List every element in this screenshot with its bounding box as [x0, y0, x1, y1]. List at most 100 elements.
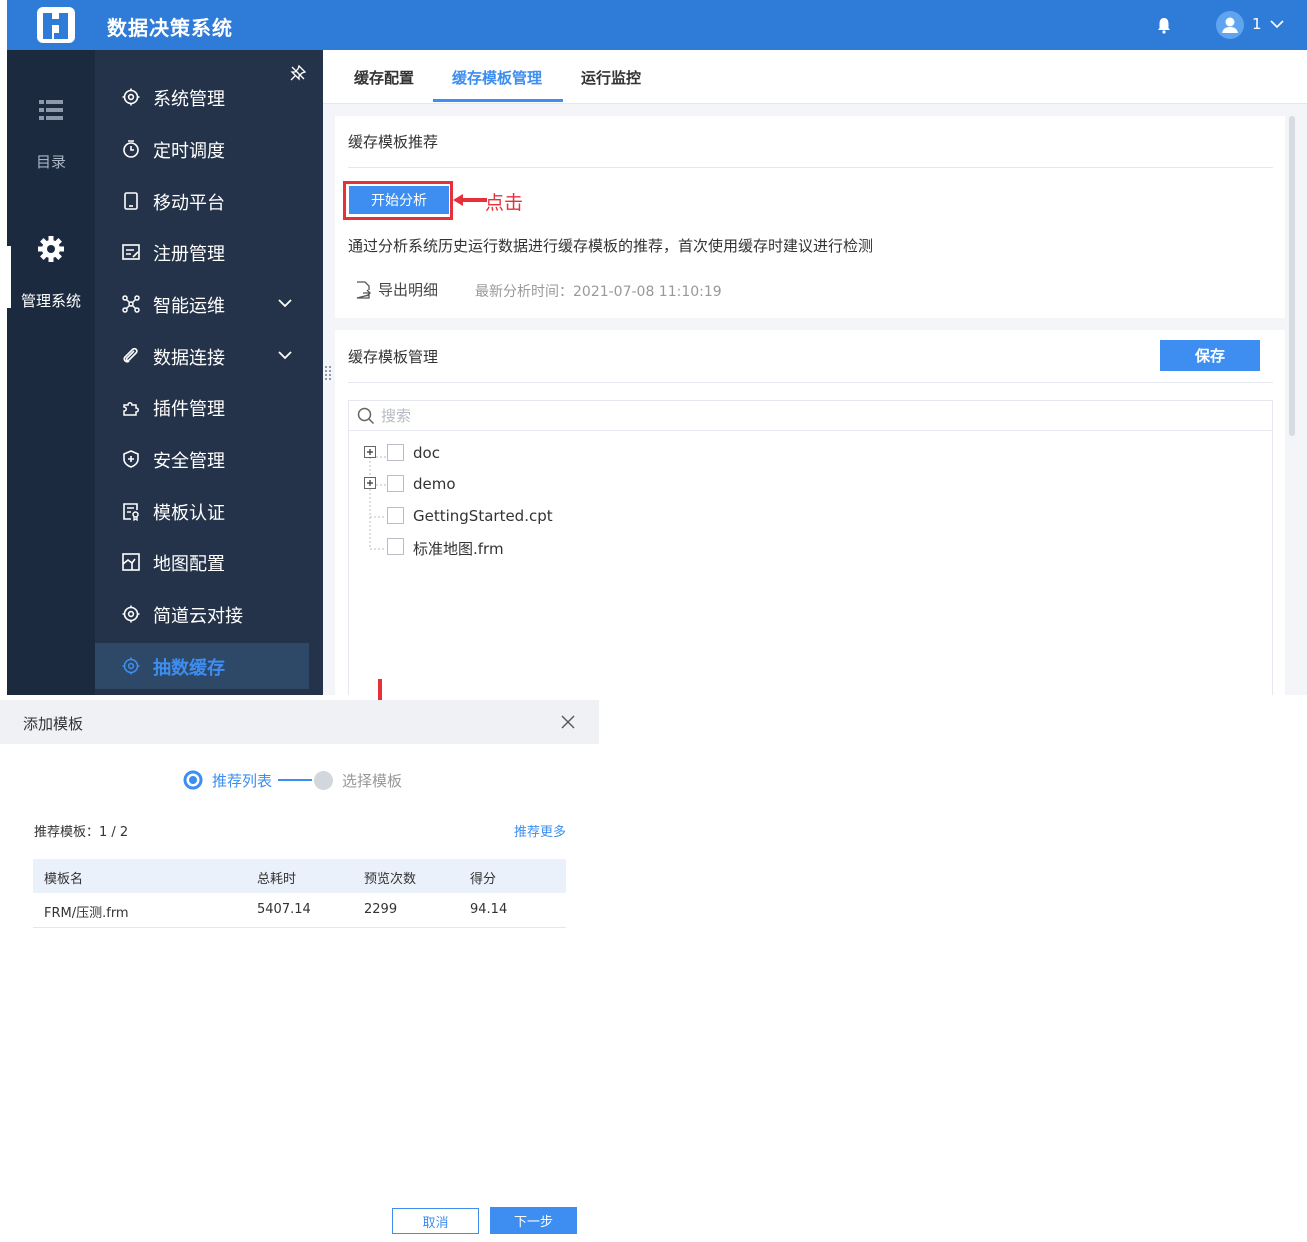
main-content: 缓存配置 缓存模板管理 运行监控 缓存模板推荐 开始分析 点击 通过分析系统历史…: [323, 50, 1307, 695]
dialog-header: 添加模板: [0, 700, 599, 744]
menu-item-register[interactable]: 注册管理: [95, 229, 309, 275]
bell-icon[interactable]: [1155, 16, 1173, 34]
rail-management-label[interactable]: 管理系统: [7, 290, 95, 311]
drag-handle-icon[interactable]: [325, 366, 331, 384]
column-header[interactable]: 得分: [470, 868, 496, 887]
tab-cache-template-mgmt[interactable]: 缓存模板管理: [452, 67, 542, 88]
network-icon: [122, 295, 140, 313]
step-inactive-icon: [314, 771, 333, 790]
puzzle-icon: [123, 402, 139, 416]
menu-item-mobile[interactable]: 移动平台: [95, 178, 309, 224]
template-tree: doc demo GettingStarted.cpt 标准地图.frm: [348, 400, 1273, 695]
search-icon: [357, 407, 375, 425]
rail-catalog-label[interactable]: 目录: [7, 151, 95, 172]
gear-icon: [122, 657, 140, 675]
timer-icon: [123, 140, 139, 158]
menu-item-label: 简道云对接: [153, 606, 243, 627]
tree-node-file[interactable]: GettingStarted.cpt: [349, 502, 949, 530]
checkbox[interactable]: [387, 444, 404, 461]
search-input[interactable]: [381, 404, 781, 428]
chevron-down-icon[interactable]: [277, 295, 293, 311]
export-icon[interactable]: [355, 281, 371, 299]
save-button[interactable]: 保存: [1160, 340, 1260, 371]
tree-node-file[interactable]: 标准地图.frm: [349, 533, 949, 561]
column-header[interactable]: 预览次数: [364, 868, 416, 887]
chevron-down-icon[interactable]: [277, 347, 293, 363]
column-header[interactable]: 模板名: [44, 868, 83, 887]
gear-icon: [122, 605, 140, 623]
menu-item-extract-cache[interactable]: 抽数缓存: [95, 643, 309, 689]
user-icon: [1222, 17, 1238, 33]
gear-icon[interactable]: [37, 235, 65, 263]
step-select-template: 选择模板: [342, 772, 403, 790]
menu-item-label: 移动平台: [153, 193, 225, 214]
menu-item-label: 系统管理: [153, 89, 225, 110]
cancel-button[interactable]: 取消: [392, 1208, 479, 1234]
close-icon[interactable]: [561, 715, 575, 729]
arrow-left-icon: [453, 194, 487, 206]
tab-run-monitor[interactable]: 运行监控: [581, 67, 641, 88]
click-annotation: 点击: [485, 192, 524, 214]
chevron-down-icon[interactable]: [1269, 17, 1285, 31]
link-icon: [123, 347, 138, 363]
last-analysis-time: 最新分析时间：2021-07-08 11:10:19: [475, 284, 722, 300]
expand-icon[interactable]: [364, 477, 376, 489]
step-recommend-list: 推荐列表: [212, 772, 273, 790]
vertical-scrollbar[interactable]: [1289, 116, 1295, 436]
start-analysis-button[interactable]: 开始分析: [349, 186, 449, 214]
menu-item-label: 模板认证: [153, 503, 225, 524]
menu-item-security[interactable]: 安全管理: [95, 436, 309, 482]
table-header: 模板名 总耗时 预览次数 得分: [33, 859, 566, 893]
checkbox[interactable]: [387, 538, 404, 555]
menu-item-certification[interactable]: 模板认证: [95, 488, 309, 534]
primary-rail: 目录 管理系统: [7, 50, 95, 695]
table-row[interactable]: FRM/压测.frm 5407.14 2299 94.14: [33, 893, 566, 928]
app-title: 数据决策系统: [107, 16, 233, 40]
user-avatar[interactable]: [1216, 11, 1244, 39]
menu-item-system[interactable]: 系统管理: [95, 74, 309, 120]
tab-cache-config[interactable]: 缓存配置: [354, 67, 414, 88]
cell-score: 94.14: [470, 902, 508, 917]
recommend-more-link[interactable]: 推荐更多: [514, 821, 566, 840]
tree-node-folder[interactable]: doc: [349, 439, 949, 467]
tab-bar: 缓存配置 缓存模板管理 运行监控: [323, 50, 1307, 104]
menu-item-plugins[interactable]: 插件管理: [95, 384, 309, 430]
user-name[interactable]: 1: [1252, 15, 1262, 33]
tree-node-label: GettingStarted.cpt: [413, 507, 553, 525]
checkbox[interactable]: [387, 475, 404, 492]
tree-node-label: demo: [413, 475, 456, 493]
tree-node-label: doc: [413, 444, 440, 462]
tree-node-folder[interactable]: demo: [349, 470, 949, 498]
cell-preview-count: 2299: [364, 902, 398, 917]
list-icon[interactable]: [37, 98, 65, 122]
menu-item-label: 安全管理: [153, 451, 225, 472]
step-active-icon: [183, 770, 203, 790]
recommend-title: 缓存模板推荐: [348, 133, 439, 151]
cell-template-name: FRM/压测.frm: [44, 906, 129, 921]
template-management-card: 缓存模板管理 保存 doc: [335, 330, 1285, 695]
menu-item-data-connection[interactable]: 数据连接: [95, 333, 309, 379]
menu-item-label: 数据连接: [153, 348, 225, 369]
top-header: 数据决策系统 1: [7, 0, 1307, 50]
gear-icon: [122, 88, 140, 106]
menu-item-schedule[interactable]: 定时调度: [95, 126, 309, 172]
cell-total-time: 5407.14: [257, 902, 311, 917]
menu-item-ops[interactable]: 智能运维: [95, 281, 309, 327]
checkbox[interactable]: [387, 507, 404, 524]
logo-icon[interactable]: [37, 7, 75, 43]
export-detail-link[interactable]: 导出明细: [378, 279, 438, 300]
menu-item-label: 智能运维: [153, 296, 225, 317]
menu-item-label: 插件管理: [153, 399, 225, 420]
recommend-card: 缓存模板推荐 开始分析 点击 通过分析系统历史运行数据进行缓存模板的推荐，首次使…: [335, 116, 1285, 318]
dialog-title: 添加模板: [23, 715, 84, 733]
mobile-icon: [124, 192, 138, 210]
map-icon: [122, 553, 140, 571]
menu-item-map-config[interactable]: 地图配置: [95, 539, 309, 585]
certificate-icon: [123, 503, 139, 521]
divider: [348, 167, 1273, 168]
menu-item-jiandaoyun[interactable]: 简道云对接: [95, 591, 309, 637]
expand-icon[interactable]: [364, 446, 376, 458]
next-step-button[interactable]: 下一步: [490, 1207, 577, 1234]
search-bar: [349, 401, 1272, 431]
column-header[interactable]: 总耗时: [257, 868, 296, 887]
